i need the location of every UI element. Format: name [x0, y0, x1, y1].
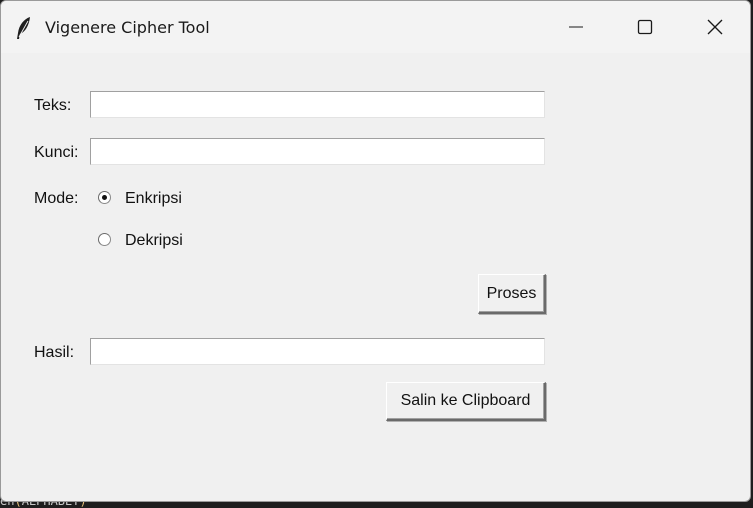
feather-icon	[17, 17, 30, 39]
minimize-button[interactable]	[541, 1, 611, 53]
window-title: Vigenere Cipher Tool	[45, 18, 210, 37]
app-window: Vigenere Cipher Tool Teks: Kunci: Mode: …	[0, 0, 751, 502]
maximize-icon	[637, 19, 653, 35]
mode-label: Mode:	[34, 190, 79, 207]
text-input[interactable]	[90, 91, 545, 118]
maximize-button[interactable]	[610, 1, 680, 53]
close-button[interactable]	[680, 1, 750, 53]
title-bar[interactable]: Vigenere Cipher Tool	[1, 1, 750, 53]
copy-to-clipboard-button[interactable]: Salin ke Clipboard	[386, 382, 546, 421]
result-output[interactable]	[90, 338, 545, 365]
close-icon	[707, 19, 723, 35]
key-input[interactable]	[90, 138, 545, 165]
radio-encrypt-indicator[interactable]	[98, 191, 111, 204]
process-button[interactable]: Proses	[478, 274, 546, 314]
radio-decrypt-indicator[interactable]	[98, 233, 111, 246]
radio-decrypt-label[interactable]: Dekripsi	[125, 231, 183, 251]
key-label: Kunci:	[34, 144, 79, 161]
minimize-icon	[569, 26, 583, 28]
text-label: Teks:	[34, 97, 72, 114]
result-label: Hasil:	[34, 344, 75, 361]
radio-encrypt-label[interactable]: Enkripsi	[125, 189, 182, 209]
